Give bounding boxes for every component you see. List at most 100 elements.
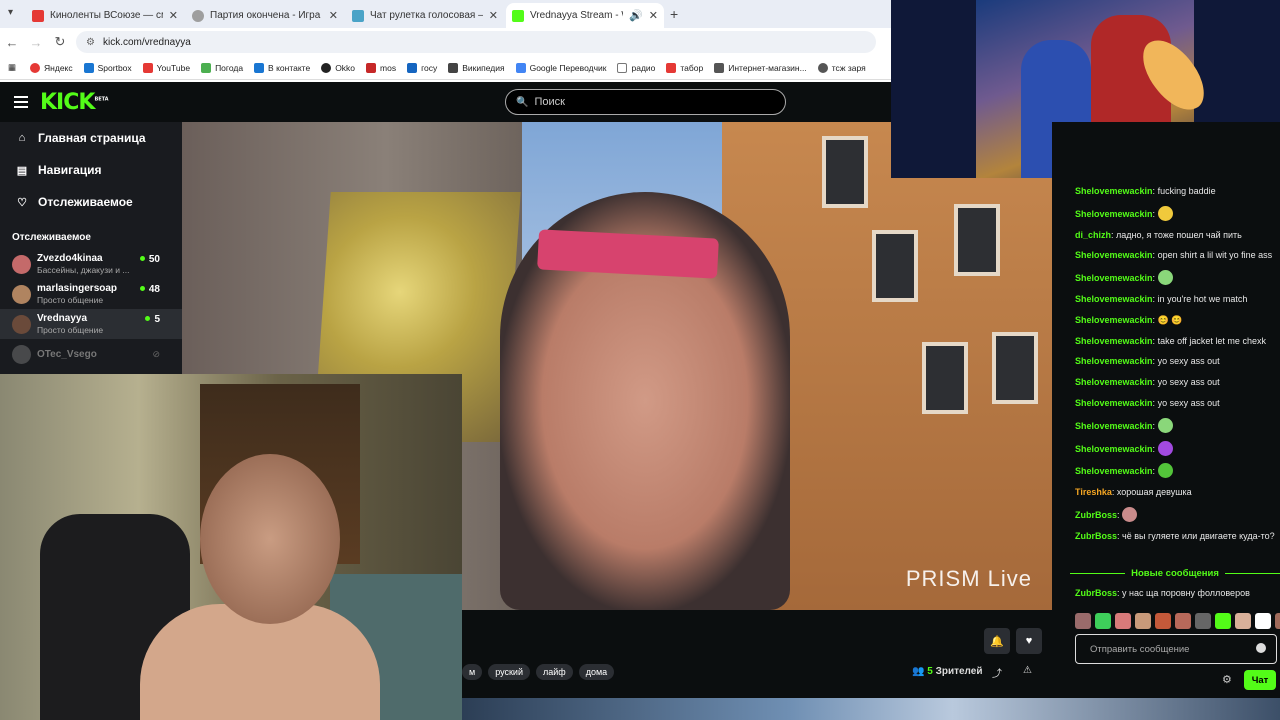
kick-logo[interactable]: KICKBETA: [40, 90, 109, 115]
sidebar-channel-marlasingersoap[interactable]: marlasingersoap Просто общение 48: [0, 279, 182, 309]
tab-title: Vrednayya Stream - Watch: [530, 10, 623, 21]
emote-icon[interactable]: [1275, 613, 1280, 629]
stream-info-bar: 🔔 ♥ м руский лайф дома 👥 5 Зрителей ⤴ ⚠: [462, 610, 1051, 698]
emote-icon[interactable]: [1195, 613, 1211, 629]
webcam-person-head: [200, 454, 340, 624]
tag-chip[interactable]: м: [462, 664, 483, 680]
chat-username[interactable]: ZubrBoss: [1075, 510, 1117, 520]
bookmark-item[interactable]: радио: [617, 62, 655, 73]
viewer-count: 5: [145, 314, 160, 325]
chat-text: yo sexy ass out: [1157, 397, 1220, 408]
bookmark-item[interactable]: mos: [366, 62, 396, 73]
chat-text: open shirt a lil wit yo fine ass: [1157, 250, 1273, 261]
emote-icon: [1157, 417, 1173, 433]
apps-icon[interactable]: ▦: [8, 62, 16, 73]
reload-icon[interactable]: ↻: [48, 34, 72, 50]
bookmark-item[interactable]: Google Переводчик: [515, 62, 606, 73]
close-icon[interactable]: ✕: [649, 9, 658, 22]
chat-username[interactable]: Shelovemewackin: [1075, 294, 1153, 304]
chat-settings-icon[interactable]: ⚙: [1222, 673, 1232, 686]
report-icon[interactable]: ⚠: [1023, 665, 1032, 676]
sidebar-channel-otec-vsego[interactable]: OTec_Vsego ⊘: [0, 339, 182, 369]
stream-tags: м руский лайф дома: [462, 664, 620, 680]
nav-home[interactable]: ⌂ Главная страница: [0, 122, 182, 154]
nav-browse[interactable]: ▤ Навигация: [0, 154, 182, 186]
tab-search-icon[interactable]: ▾: [8, 7, 13, 18]
chat-username[interactable]: Shelovemewackin: [1075, 209, 1153, 219]
browser-chrome: ▾ Киноленты ВСоюзе — смотре ✕ Партия око…: [0, 0, 891, 82]
chat-username[interactable]: Shelovemewackin: [1075, 336, 1153, 346]
browser-tab-1[interactable]: Киноленты ВСоюзе — смотре ✕: [26, 3, 184, 28]
emote-icon[interactable]: [1155, 613, 1171, 629]
emote-icon[interactable]: [1235, 613, 1251, 629]
chat-username[interactable]: Shelovemewackin: [1075, 186, 1153, 196]
tag-chip[interactable]: дома: [578, 664, 615, 680]
chat-username[interactable]: Shelovemewackin: [1075, 273, 1153, 283]
bookmark-item[interactable]: В контакте: [254, 62, 310, 73]
url-field[interactable]: ⚙ kick.com/vrednayya: [76, 31, 876, 53]
emote-icon[interactable]: [1135, 613, 1151, 629]
bookmark-item[interactable]: тсж заря: [817, 62, 866, 73]
chat-username[interactable]: Shelovemewackin: [1075, 398, 1153, 408]
nav-following[interactable]: ♡ Отслеживаемое: [0, 186, 182, 218]
chat-username[interactable]: di_chizh: [1075, 230, 1111, 240]
speaker-icon[interactable]: 🔊: [629, 9, 643, 22]
emote-icon[interactable]: [1215, 613, 1231, 629]
chat-username[interactable]: Tireshka: [1075, 487, 1112, 497]
bookmark-item[interactable]: госу: [407, 62, 437, 73]
browser-tab-3[interactable]: Чат рулетка голосовая — Nek ✕: [346, 3, 504, 28]
emote-icon[interactable]: [1175, 613, 1191, 629]
menu-icon[interactable]: [14, 96, 28, 111]
emote-bar: [1075, 613, 1280, 629]
close-icon[interactable]: ✕: [169, 9, 178, 22]
heart-icon: ♥: [1025, 635, 1033, 647]
new-tab-button[interactable]: +: [670, 6, 678, 22]
chat-input[interactable]: Отправить сообщение: [1075, 634, 1277, 664]
emote-icon[interactable]: [1115, 613, 1131, 629]
bookmark-item[interactable]: YouTube: [142, 62, 190, 73]
bookmark-item[interactable]: Sportbox: [83, 62, 132, 73]
chat-username[interactable]: ZubrBoss: [1075, 531, 1117, 541]
viewers-icon: 👥: [912, 666, 925, 677]
emoji-picker-icon[interactable]: [1256, 643, 1266, 653]
chat-username[interactable]: Shelovemewackin: [1075, 250, 1153, 260]
chat-username[interactable]: Shelovemewackin: [1075, 444, 1153, 454]
bookmark-item[interactable]: Интернет-магазин...: [714, 62, 807, 73]
browse-icon: ▤: [16, 164, 28, 177]
share-icon[interactable]: ⤴: [992, 665, 1002, 680]
chat-username[interactable]: Shelovemewackin: [1075, 315, 1153, 325]
avatar: [12, 254, 31, 274]
bookmark-item[interactable]: Okko: [321, 62, 355, 73]
bookmark-item[interactable]: Яндекс: [30, 62, 73, 73]
emote-icon[interactable]: [1255, 613, 1271, 629]
chat-username[interactable]: Shelovemewackin: [1075, 377, 1153, 387]
bookmark-item[interactable]: табор: [666, 62, 703, 73]
sidebar-channel-vrednayya[interactable]: Vrednayya Просто общение 5: [0, 309, 182, 339]
browser-tab-2[interactable]: Партия окончена - Игра vege ✕: [186, 3, 344, 28]
tag-chip[interactable]: лайф: [535, 664, 573, 680]
emote-icon[interactable]: [1095, 613, 1111, 629]
bookmark-item[interactable]: Погода: [201, 62, 243, 73]
chat-username[interactable]: Shelovemewackin: [1075, 356, 1153, 366]
url-text: kick.com/vrednayya: [102, 36, 191, 48]
chat-username[interactable]: ZubrBoss: [1075, 588, 1117, 598]
chat-username[interactable]: Shelovemewackin: [1075, 466, 1153, 476]
notification-bell-button[interactable]: 🔔: [984, 628, 1010, 654]
sidebar-channel-zvezdo4kinaa[interactable]: Zvezdo4kinaa Бассейны, джакузи и ... 50: [0, 249, 182, 279]
back-icon[interactable]: ←: [0, 35, 24, 50]
tab-favicon: [32, 9, 44, 22]
bookmark-item[interactable]: Википедия: [448, 62, 505, 73]
tag-chip[interactable]: руский: [488, 664, 530, 680]
follow-button[interactable]: ♥: [1016, 628, 1042, 654]
close-icon[interactable]: ✕: [329, 9, 338, 22]
browser-tab-4-active[interactable]: Vrednayya Stream - Watch 🔊 ✕: [506, 3, 664, 28]
close-icon[interactable]: ✕: [489, 9, 498, 22]
chat-text: in you're hot we match: [1157, 293, 1248, 304]
search-input[interactable]: 🔍 Поиск: [505, 89, 786, 115]
chat-username[interactable]: Shelovemewackin: [1075, 421, 1153, 431]
send-chat-button[interactable]: Чат: [1244, 670, 1276, 690]
kick-favicon: [512, 9, 524, 22]
site-info-icon[interactable]: ⚙: [86, 37, 95, 48]
emote-icon[interactable]: [1075, 613, 1091, 629]
forward-icon[interactable]: →: [24, 35, 48, 50]
